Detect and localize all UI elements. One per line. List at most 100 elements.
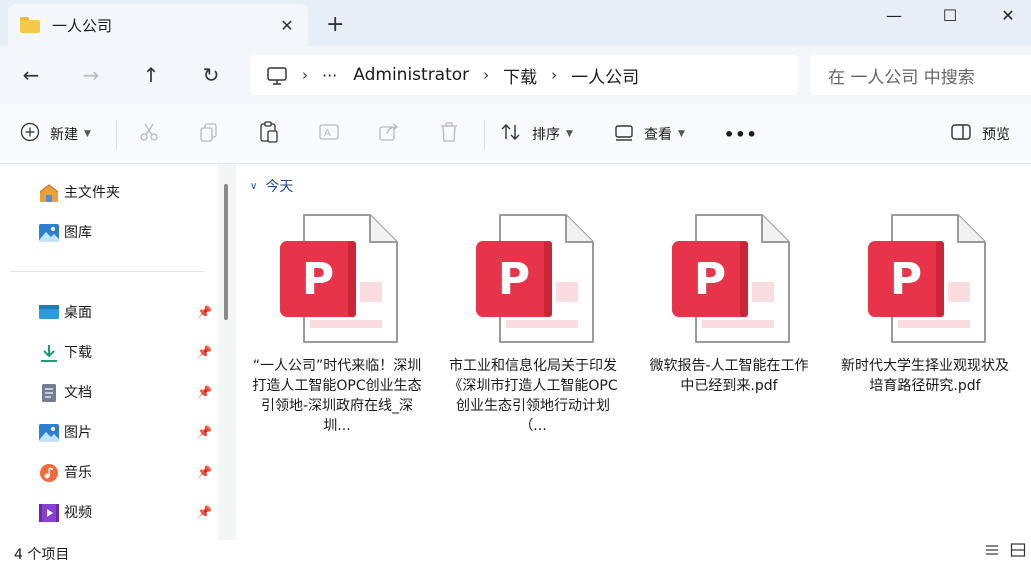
view-button-label: 查看 (644, 127, 672, 143)
home-icon (38, 183, 59, 202)
back-button[interactable]: ← (14, 60, 48, 90)
more-options-button[interactable]: ••• (724, 104, 758, 164)
file-name: 微软报告-人工智能在工作中已经到来.pdf (649, 358, 809, 394)
sidebar-item-label: 视频 (64, 505, 92, 521)
sidebar-item-label: 文档 (64, 385, 92, 401)
sidebar-item-pictures[interactable]: 图片 📌 (38, 418, 216, 446)
sidebar-divider (10, 271, 204, 272)
toolbar-divider (116, 120, 117, 150)
breadcrumb-current[interactable]: 一人公司 (571, 63, 639, 88)
folder-icon (20, 17, 40, 33)
chevron-down-icon: ▼ (84, 129, 91, 139)
chevron-down-icon: ▼ (678, 129, 685, 139)
new-tab-button[interactable]: + (326, 12, 344, 37)
rename-button[interactable]: A (318, 104, 340, 164)
sidebar-item-home[interactable]: 主文件夹 (38, 178, 216, 206)
plus-circle-icon (20, 122, 40, 147)
sidebar-item-label: 下载 (64, 345, 92, 361)
pdf-file-icon: P (252, 210, 422, 350)
up-button[interactable]: ↑ (134, 60, 168, 90)
tab-close-button[interactable]: ✕ (272, 16, 302, 35)
minimize-button[interactable]: — (871, 0, 917, 30)
breadcrumb-separator[interactable]: › (551, 66, 557, 84)
sidebar-item-label: 桌面 (64, 305, 92, 321)
sidebar-item-videos[interactable]: 视频 📌 (38, 498, 216, 526)
file-name: “一人公司”时代来临！深圳打造人工智能OPC创业生态引领地-深圳政府在线_深圳.… (252, 358, 422, 434)
command-bar: 新建 ▼ A 排序 ▼ 查看 ▼ ••• 预览 (0, 104, 1031, 164)
computer-icon[interactable] (266, 66, 288, 85)
sort-button[interactable]: 排序 ▼ (500, 104, 573, 164)
status-bar: 4 个项目 (0, 540, 1031, 565)
search-input[interactable]: 在 一人公司 中搜索 (810, 55, 1031, 95)
sidebar-item-label: 主文件夹 (64, 185, 120, 201)
file-item[interactable]: P 市工业和信息化局关于印发《深圳市打造人工智能OPC创业生态引领地行动计划（.… (448, 210, 618, 436)
address-bar[interactable]: › ··· Administrator › 下载 › 一人公司 (250, 55, 798, 95)
sort-button-label: 排序 (532, 127, 560, 143)
close-window-button[interactable]: ✕ (985, 0, 1031, 30)
sidebar-item-documents[interactable]: 文档 📌 (38, 378, 216, 406)
document-icon (38, 383, 58, 402)
delete-button[interactable] (438, 104, 460, 164)
copy-icon (198, 121, 220, 148)
forward-button[interactable]: → (74, 60, 108, 90)
new-button[interactable]: 新建 ▼ (20, 104, 91, 164)
share-button[interactable] (378, 104, 400, 164)
music-icon (38, 463, 58, 482)
details-view-icon[interactable] (984, 542, 1000, 562)
preview-button-label: 预览 (982, 127, 1010, 143)
breadcrumb-downloads[interactable]: 下载 (503, 63, 537, 88)
pdf-file-icon: P (644, 210, 814, 350)
file-item[interactable]: P “一人公司”时代来临！深圳打造人工智能OPC创业生态引领地-深圳政府在线_深… (252, 210, 422, 436)
tiles-view-icon[interactable] (1010, 542, 1026, 562)
pin-icon[interactable]: 📌 (197, 385, 212, 399)
sort-icon (500, 122, 522, 147)
download-icon (38, 343, 58, 362)
view-button[interactable]: 查看 ▼ (614, 104, 685, 164)
breadcrumb-separator[interactable]: › (302, 66, 308, 84)
desktop-icon (38, 303, 59, 321)
video-icon (38, 503, 59, 522)
sidebar-item-music[interactable]: 音乐 📌 (38, 458, 216, 486)
file-item[interactable]: P 新时代大学生择业观现状及培育路径研究.pdf (840, 210, 1010, 396)
paste-button[interactable] (258, 104, 280, 164)
refresh-button[interactable]: ↻ (194, 60, 228, 90)
file-name: 市工业和信息化局关于印发《深圳市打造人工智能OPC创业生态引领地行动计划（... (448, 358, 618, 434)
sidebar-item-label: 图库 (64, 225, 92, 241)
maximize-button[interactable]: ☐ (927, 0, 973, 30)
preview-pane-icon (950, 123, 972, 146)
file-item[interactable]: P 微软报告-人工智能在工作中已经到来.pdf (644, 210, 814, 396)
gallery-icon (38, 223, 59, 242)
pin-icon[interactable]: 📌 (197, 465, 212, 479)
copy-button[interactable] (198, 104, 220, 164)
tab-title: 一人公司 (52, 16, 113, 35)
pin-icon[interactable]: 📌 (197, 345, 212, 359)
pin-icon[interactable]: 📌 (197, 425, 212, 439)
sidebar-item-label: 音乐 (64, 465, 92, 481)
rename-icon: A (318, 121, 340, 148)
sidebar-item-downloads[interactable]: 下载 📌 (38, 338, 216, 366)
breadcrumb-separator[interactable]: › (483, 66, 489, 84)
pdf-file-icon: P (840, 210, 1010, 350)
clipboard-icon (258, 120, 280, 149)
group-header-today[interactable]: ∨ 今天 (250, 176, 293, 196)
breadcrumb-overflow[interactable]: ··· (322, 66, 337, 85)
file-name: 新时代大学生择业观现状及培育路径研究.pdf (841, 358, 1009, 394)
sidebar-scrollbar-thumb[interactable] (224, 184, 228, 320)
new-button-label: 新建 (50, 127, 78, 143)
breadcrumb-administrator[interactable]: Administrator (353, 65, 469, 85)
svg-text:P: P (302, 254, 334, 305)
title-bar: 一人公司 ✕ + — ☐ ✕ (0, 0, 1031, 46)
pin-icon[interactable]: 📌 (197, 305, 212, 319)
sidebar-item-label: 图片 (64, 425, 92, 441)
cut-button[interactable] (138, 104, 160, 164)
sidebar-item-desktop[interactable]: 桌面 📌 (38, 298, 216, 326)
pictures-icon (38, 423, 59, 442)
svg-text:P: P (890, 254, 922, 305)
group-header-label: 今天 (265, 179, 294, 195)
svg-text:P: P (498, 254, 530, 305)
pin-icon[interactable]: 📌 (197, 505, 212, 519)
tab-active[interactable]: 一人公司 ✕ (8, 4, 308, 46)
preview-pane-button[interactable]: 预览 (950, 104, 1010, 164)
scissors-icon (138, 121, 160, 148)
sidebar-item-gallery[interactable]: 图库 (38, 218, 216, 246)
